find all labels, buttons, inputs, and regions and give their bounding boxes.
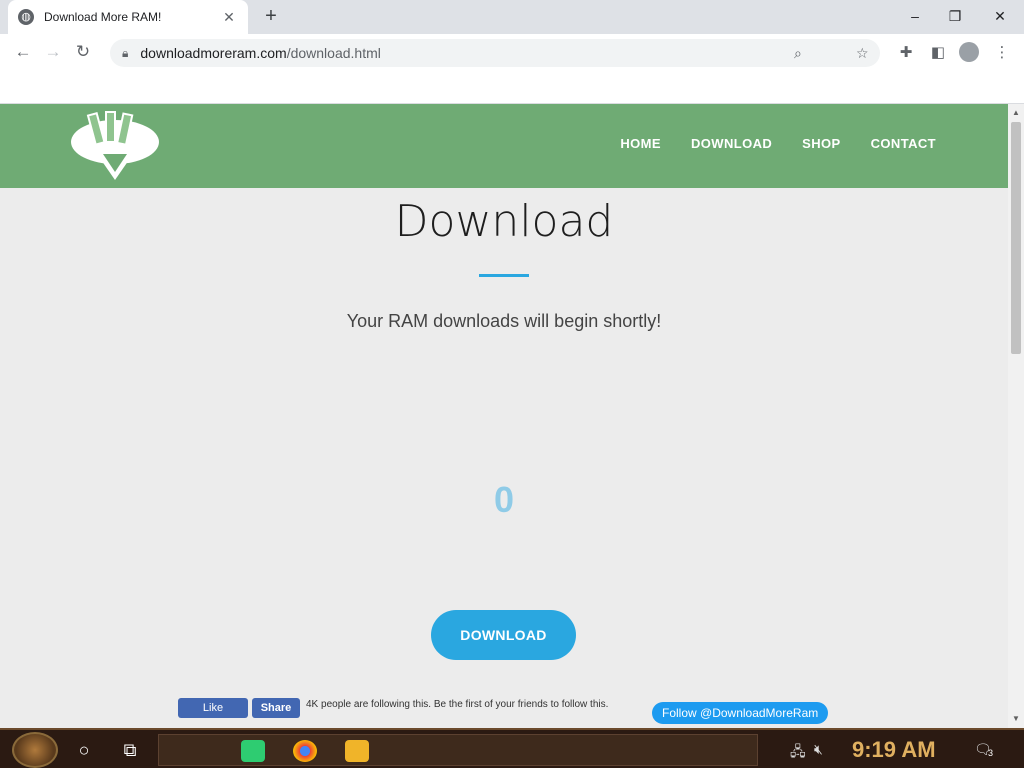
taskbar: ○ ⧉ 🖧︎ 🔇︎ 9:19 AM 🗨︎ 3 (0, 728, 1024, 768)
reload-icon[interactable]: ↻ (68, 37, 98, 67)
minimize-button[interactable]: – (900, 4, 930, 28)
network-icon[interactable]: 🖧︎ (790, 741, 806, 765)
sidebar-icon[interactable]: ◧ (928, 43, 948, 63)
tab-title: Download More RAM! (44, 10, 162, 24)
taskbar-clock[interactable]: 9:19 AM (852, 737, 936, 763)
tab-bar: ◍ Download More RAM! ✕ + – ❐ ✕ (0, 0, 1024, 34)
notification-count: 3 (988, 748, 994, 758)
maximize-button[interactable]: ❐ (940, 4, 970, 28)
lock-icon: 🔒︎ (122, 45, 129, 60)
new-tab-button[interactable]: + (260, 5, 282, 27)
facebook-follow-text: 4K people are following this. Be the fir… (306, 699, 609, 710)
scroll-down-icon[interactable]: ▼ (1008, 712, 1024, 726)
facebook-share-button[interactable]: Share (252, 698, 300, 718)
nav-contact[interactable]: CONTACT (871, 136, 936, 151)
nav-home[interactable]: HOME (620, 136, 661, 151)
facebook-like-button[interactable]: Like (178, 698, 248, 718)
download-button[interactable]: DOWNLOAD (431, 610, 576, 660)
nav-download[interactable]: DOWNLOAD (691, 136, 772, 151)
cortana-icon[interactable]: ○ (72, 738, 96, 762)
address-bar[interactable]: 🔒︎ downloadmoreram.com/download.html ⌕ ☆ (110, 39, 880, 67)
download-counter: 0 (493, 479, 515, 520)
scroll-up-icon[interactable]: ▲ (1008, 106, 1024, 120)
browser-tab[interactable]: ◍ Download More RAM! ✕ (8, 0, 248, 34)
extensions-icon[interactable]: ✚ (896, 43, 916, 63)
bookmarks-bar (0, 70, 1024, 104)
profile-icon[interactable] (959, 42, 979, 62)
url-path: /download.html (286, 45, 381, 61)
url-host: downloadmoreram.com (140, 45, 287, 61)
browser-toolbar: ← → ↻ 🔒︎ downloadmoreram.com/download.ht… (0, 34, 1024, 70)
taskbar-apps (158, 734, 758, 766)
menu-icon[interactable]: ⋮ (992, 43, 1012, 63)
nav-shop[interactable]: SHOP (802, 136, 840, 151)
page-title: Download (394, 196, 614, 247)
site-header: HOME DOWNLOAD SHOP CONTACT (0, 104, 1008, 188)
close-tab-icon[interactable]: ✕ (220, 9, 238, 26)
page-viewport: HOME DOWNLOAD SHOP CONTACT Download Your… (0, 104, 1008, 728)
facebook-widget: Like Share 4K people are following this.… (178, 698, 626, 718)
start-button[interactable] (12, 732, 58, 768)
page-subtitle: Your RAM downloads will begin shortly! (346, 311, 662, 331)
site-nav: HOME DOWNLOAD SHOP CONTACT (620, 136, 936, 151)
star-icon[interactable]: ☆ (856, 45, 869, 62)
site-logo[interactable] (70, 110, 160, 184)
task-view-icon[interactable]: ⧉ (118, 738, 142, 762)
globe-icon: ◍ (18, 9, 34, 25)
title-divider (479, 274, 529, 277)
forward-icon[interactable]: → (38, 37, 68, 67)
close-window-button[interactable]: ✕ (985, 4, 1015, 28)
notes-app-icon[interactable] (241, 740, 265, 762)
scroll-thumb[interactable] (1011, 122, 1021, 354)
search-icon[interactable]: ⌕ (794, 45, 802, 62)
page-scrollbar[interactable]: ▲ ▼ (1008, 104, 1024, 728)
volume-muted-icon[interactable]: 🔇︎ (814, 741, 823, 758)
file-explorer-icon[interactable] (345, 740, 369, 762)
chrome-icon[interactable] (293, 740, 317, 762)
twitter-follow-button[interactable]: Follow @DownloadMoreRam (652, 702, 829, 724)
back-icon[interactable]: ← (8, 37, 38, 67)
